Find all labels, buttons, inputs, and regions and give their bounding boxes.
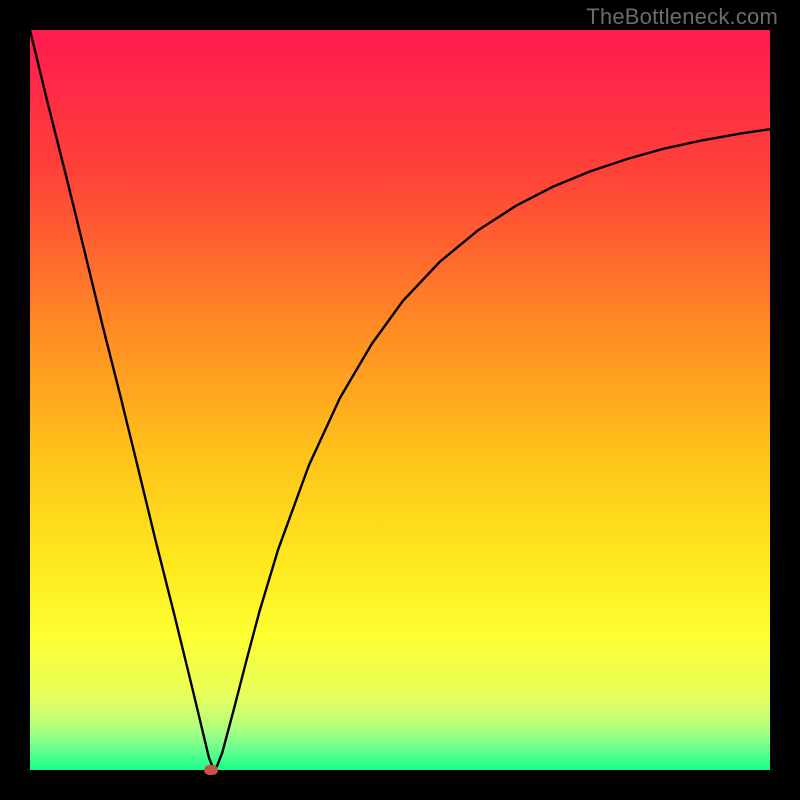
curve <box>30 30 770 770</box>
min-marker <box>204 765 218 775</box>
plot-area <box>30 30 770 770</box>
watermark-text: TheBottleneck.com <box>586 4 778 30</box>
chart-frame: TheBottleneck.com <box>0 0 800 800</box>
